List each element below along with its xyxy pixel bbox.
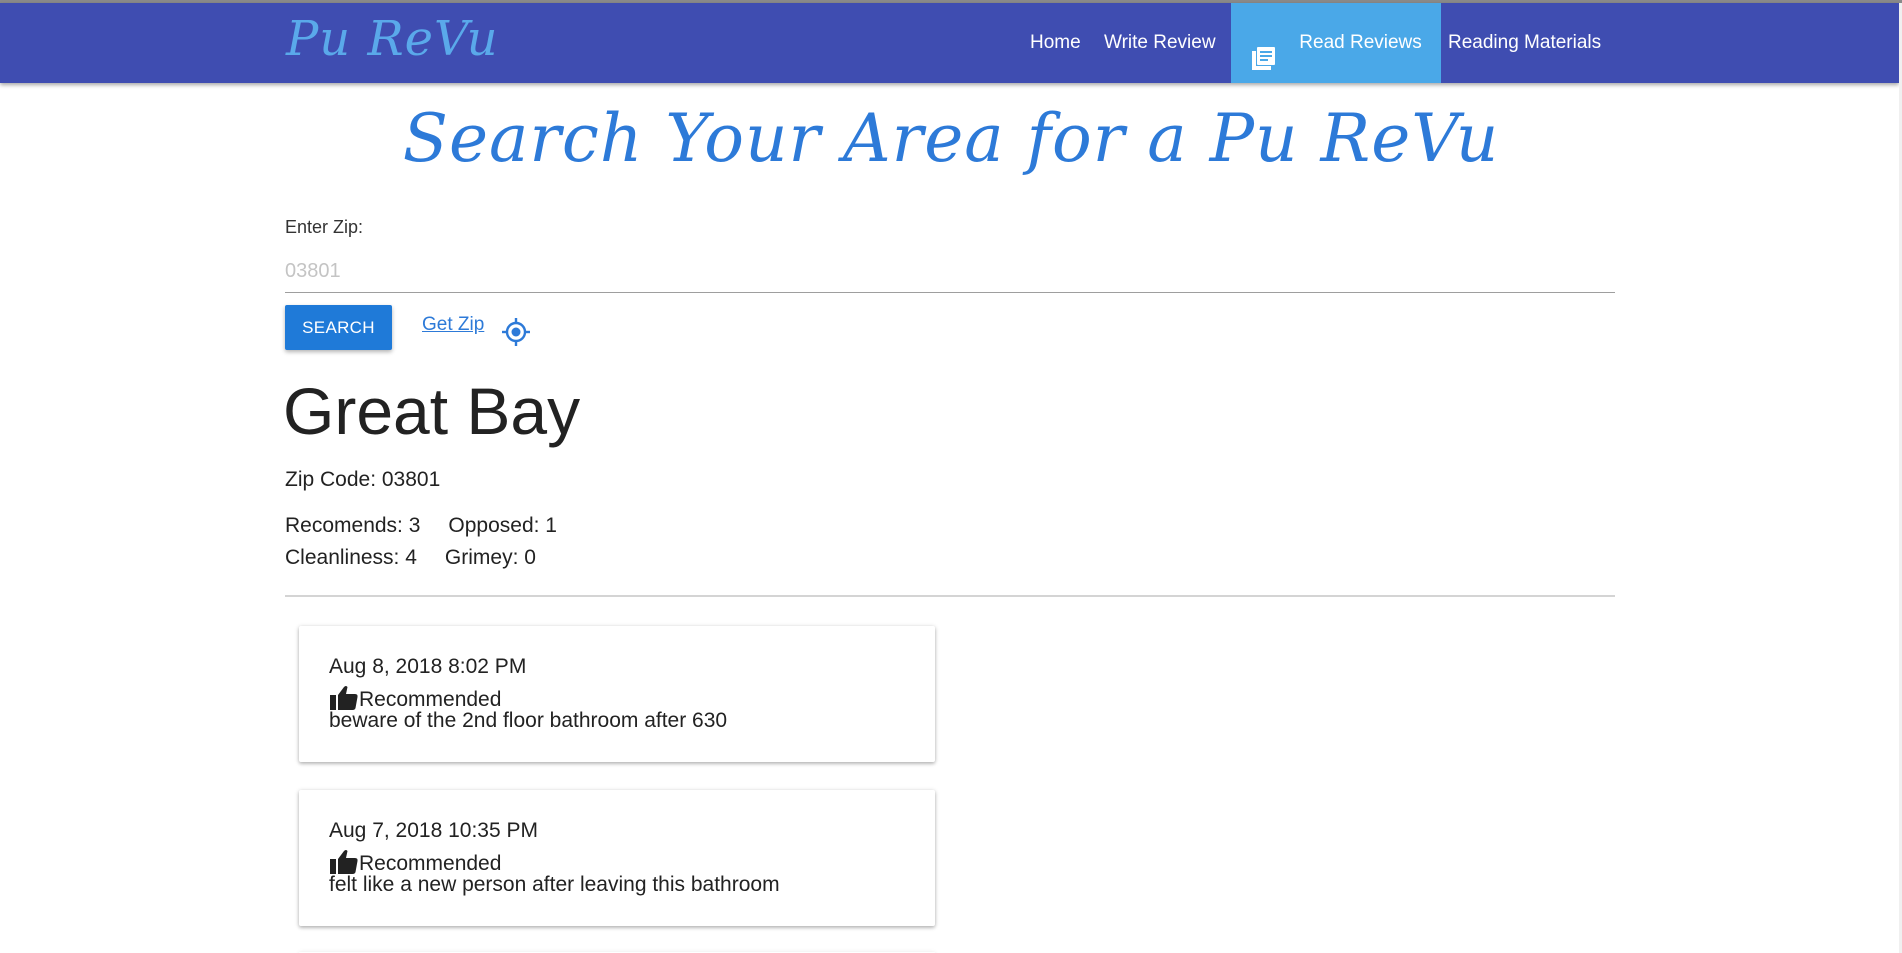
- divider: [285, 595, 1615, 597]
- review-card: Aug 7, 2018 10:35 PM Recommended felt li…: [299, 790, 935, 926]
- zip-input[interactable]: [285, 250, 1615, 293]
- review-card: Aug 8, 2018 8:02 PM Recommended beware o…: [299, 626, 935, 762]
- review-status-label: Recommended: [359, 688, 502, 711]
- thumbs-up-icon: [329, 684, 359, 712]
- recommends-count: Recomends: 3: [285, 514, 421, 537]
- zip-code-text: Zip Code: 03801: [285, 468, 441, 491]
- area-name: Great Bay: [283, 374, 581, 448]
- grimey-count: Grimey: 0: [444, 546, 536, 569]
- nav-read-reviews[interactable]: Read Reviews: [1231, 3, 1441, 83]
- review-date: Aug 8, 2018 8:02 PM: [329, 655, 527, 678]
- nav-home-label: Home: [1030, 32, 1081, 53]
- navbar: Pu ReVu Home Write Review Read Reviews R…: [0, 3, 1899, 83]
- review-text: felt like a new person after leaving thi…: [329, 873, 780, 896]
- search-button[interactable]: SEARCH: [285, 305, 392, 350]
- get-zip-link[interactable]: Get Zip: [422, 314, 484, 336]
- review-date: Aug 7, 2018 10:35 PM: [329, 819, 538, 842]
- stats-row-votes: Recomends: 3 Opposed: 1: [285, 514, 557, 538]
- nav-read-reviews-label: Read Reviews: [1299, 32, 1422, 53]
- nav-write-review[interactable]: Write Review: [1085, 3, 1235, 83]
- page-title: Search Your Area for a Pu ReVu: [402, 100, 1500, 177]
- brand-logo[interactable]: Pu ReVu: [286, 11, 499, 67]
- nav-reading-materials-label: Reading Materials: [1448, 32, 1602, 53]
- list-document-icon: [1250, 27, 1276, 70]
- nav-write-review-label: Write Review: [1104, 32, 1216, 53]
- review-status-label: Recommended: [359, 852, 502, 875]
- review-status: Recommended: [329, 684, 501, 712]
- zip-label: Enter Zip:: [285, 217, 364, 237]
- review-text: beware of the 2nd floor bathroom after 6…: [329, 709, 728, 732]
- cleanliness-count: Cleanliness: 4: [285, 546, 417, 569]
- review-status: Recommended: [329, 848, 501, 876]
- thumbs-up-icon: [329, 848, 359, 876]
- stats-row-cleanliness: Cleanliness: 4 Grimey: 0: [285, 546, 536, 570]
- nav-reading-materials[interactable]: Reading Materials: [1429, 3, 1620, 83]
- crosshair-location-icon[interactable]: [501, 317, 531, 347]
- opposed-count: Opposed: 1: [448, 514, 557, 537]
